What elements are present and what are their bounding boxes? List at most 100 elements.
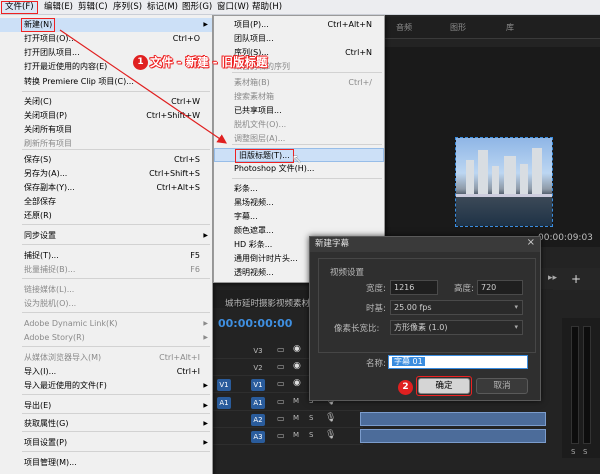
file-menu-item[interactable]: 关闭所有项目 (0, 123, 212, 137)
track-label[interactable]: V1 (251, 379, 265, 391)
file-menu-item[interactable]: 批量捕捉(B)... F6 (0, 263, 212, 277)
menu-window[interactable]: 窗口(W) (214, 1, 252, 14)
solo-icon[interactable]: S (309, 414, 313, 422)
width-field[interactable]: 1216 (390, 280, 438, 295)
new-submenu-item[interactable]: 团队项目... (214, 32, 384, 46)
export-frame-icon[interactable]: ▸▸ (548, 273, 557, 283)
new-submenu-item[interactable]: 素材箱(B) Ctrl+/ (214, 76, 384, 90)
new-submenu-item[interactable]: 项目(P)... Ctrl+Alt+N (214, 18, 384, 32)
sync-lock-icon[interactable]: ▭ (277, 362, 285, 371)
file-menu-item[interactable]: 设为脱机(O)... (0, 297, 212, 311)
solo-icon[interactable]: S (309, 431, 313, 439)
add-icon[interactable]: + (571, 272, 581, 286)
microphone-icon[interactable]: 🎙 (325, 430, 336, 440)
track-label[interactable]: V2 (251, 362, 265, 374)
tab-graphics[interactable]: 图形 (450, 22, 466, 33)
submenu-arrow-icon: ▶ (203, 439, 208, 446)
file-menu-item[interactable]: 新建(N) ▶ (0, 18, 212, 32)
source-patch[interactable]: A1 (217, 397, 231, 409)
menu-item-label: 刷新所有项目 (24, 139, 72, 148)
file-menu-item[interactable]: 保存(S) Ctrl+S (0, 153, 212, 167)
track-label[interactable]: V3 (251, 345, 265, 357)
menu-item-label: 透明视频... (234, 268, 274, 277)
new-submenu-item[interactable]: 黑场视频... (214, 196, 384, 210)
file-menu-item[interactable]: 获取属性(G) ▶ (0, 417, 212, 431)
file-menu-item[interactable]: 打开项目(O)... Ctrl+O (0, 32, 212, 46)
new-submenu-item[interactable]: 脱机文件(O)... (214, 118, 384, 132)
source-patch[interactable]: V1 (217, 379, 231, 391)
mute-icon[interactable]: M (293, 397, 299, 405)
file-menu-item[interactable]: 全部保存 (0, 195, 212, 209)
timebase-select[interactable]: 25.00 fps ▾ (390, 300, 523, 315)
new-submenu-item[interactable]: 已共享项目... (214, 104, 384, 118)
file-menu-item[interactable]: 还原(R) (0, 209, 212, 223)
submenu-arrow-icon: ▶ (203, 21, 208, 28)
eye-icon[interactable]: ◉ (293, 344, 301, 354)
menu-separator (22, 413, 210, 414)
file-menu-item[interactable]: 导入最近使用的文件(F) ▶ (0, 379, 212, 393)
menu-clip[interactable]: 剪辑(C) (75, 1, 111, 14)
audio-clip[interactable] (360, 412, 546, 426)
file-menu-item[interactable]: 转换 Premiere Clip 项目(C)... (0, 75, 212, 89)
file-menu-item[interactable]: 关闭项目(P) Ctrl+Shift+W (0, 109, 212, 123)
tab-library[interactable]: 库 (506, 22, 514, 33)
menu-item-shortcut: Ctrl+Shift+S (149, 169, 200, 178)
track-label[interactable]: A3 (251, 431, 265, 443)
new-submenu-item[interactable]: 搜索素材箱 (214, 90, 384, 104)
file-menu-item[interactable]: 捕捉(T)... F5 (0, 249, 212, 263)
audio-clip[interactable] (360, 429, 546, 443)
file-menu-item[interactable]: 另存为(A)... Ctrl+Shift+S (0, 167, 212, 181)
file-menu-item[interactable]: 链接媒体(L)... (0, 283, 212, 297)
microphone-icon[interactable]: 🎙 (325, 413, 336, 423)
file-menu-item[interactable]: 从媒体浏览器导入(M) Ctrl+Alt+I (0, 351, 212, 365)
mute-icon[interactable]: M (293, 414, 299, 422)
track-label[interactable]: A2 (251, 414, 265, 426)
file-menu-item[interactable]: Adobe Dynamic Link(K) ▶ (0, 317, 212, 331)
height-field[interactable]: 720 (477, 280, 523, 295)
new-submenu-item[interactable]: 调整图层(A)... (214, 132, 384, 146)
file-menu-item[interactable]: 保存副本(Y)... Ctrl+Alt+S (0, 181, 212, 195)
file-menu-item[interactable]: 同步设置 ▶ (0, 229, 212, 243)
width-label: 宽度: (366, 284, 386, 294)
ok-button[interactable]: 确定 (418, 378, 470, 394)
dialog-title[interactable]: 新建字幕 (310, 237, 540, 252)
file-menu-item[interactable]: 项目管理(M)... (0, 456, 212, 470)
cancel-button[interactable]: 取消 (476, 378, 528, 394)
close-icon[interactable]: × (527, 237, 535, 248)
sync-lock-icon[interactable]: ▭ (277, 414, 285, 423)
file-menu-item[interactable]: 刷新所有项目 (0, 137, 212, 151)
menu-sequence[interactable]: 序列(S) (110, 1, 145, 14)
menu-marker[interactable]: 标记(M) (144, 1, 181, 14)
name-field[interactable]: 字幕 01 (388, 355, 528, 369)
track-label[interactable]: A1 (251, 397, 265, 409)
file-menu-item[interactable]: 导出(E) ▶ (0, 399, 212, 413)
file-menu-item[interactable]: 关闭(C) Ctrl+W (0, 95, 212, 109)
menu-graphics[interactable]: 图形(G) (179, 1, 215, 14)
timeline-timecode[interactable]: 00:00:00:00 (218, 317, 292, 330)
sync-lock-icon[interactable]: ▭ (277, 379, 285, 388)
new-submenu-item[interactable]: 彩条... (214, 182, 384, 196)
file-menu-item[interactable]: 导入(I)... Ctrl+I (0, 365, 212, 379)
pixel-aspect-select[interactable]: 方形像素 (1.0) ▾ (390, 320, 523, 335)
pixel-aspect-label: 像素长宽比: (334, 324, 380, 334)
menu-separator (22, 451, 210, 452)
menu-file[interactable]: 文件(F) (1, 1, 38, 14)
eye-icon[interactable]: ◉ (293, 378, 301, 388)
timeline-title[interactable]: 城市延时摄影视频素材 (225, 297, 310, 309)
tab-audio[interactable]: 音频 (396, 22, 412, 33)
menu-edit[interactable]: 编辑(E) (41, 1, 76, 14)
menu-item-shortcut: Ctrl+Alt+S (156, 183, 200, 192)
eye-icon[interactable]: ◉ (293, 361, 301, 371)
sync-lock-icon[interactable]: ▭ (277, 431, 285, 440)
sync-lock-icon[interactable]: ▭ (277, 397, 285, 406)
file-menu-item[interactable]: Adobe Story(R) ▶ (0, 331, 212, 345)
menu-item-label: 导出(E) (24, 401, 52, 410)
sync-lock-icon[interactable]: ▭ (277, 345, 285, 354)
timebase-value: 25.00 fps (394, 303, 432, 312)
new-submenu-item[interactable]: 字幕... (214, 210, 384, 224)
file-menu-item[interactable]: 项目设置(P) ▶ (0, 436, 212, 450)
menu-separator (22, 346, 210, 347)
menu-help[interactable]: 帮助(H) (249, 1, 285, 14)
mute-icon[interactable]: M (293, 431, 299, 439)
menu-item-shortcut: Ctrl+I (176, 367, 200, 376)
